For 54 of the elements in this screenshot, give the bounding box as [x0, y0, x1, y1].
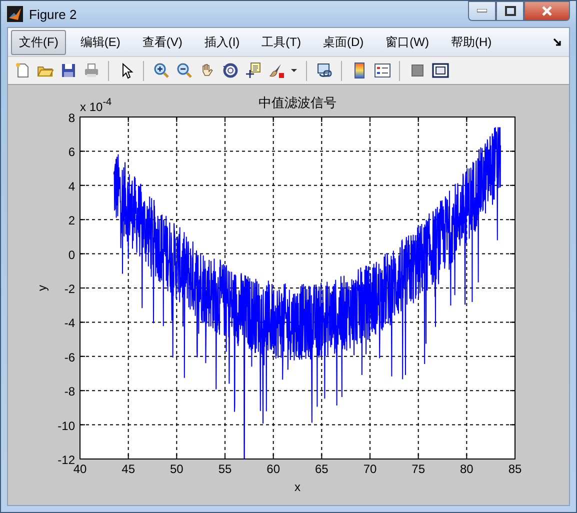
window-title: Figure 2 — [29, 6, 78, 22]
y-tick-label: -4 — [64, 316, 75, 330]
print-icon[interactable] — [82, 62, 100, 79]
menu-item[interactable]: 编辑(E) — [72, 30, 128, 54]
window-icon[interactable] — [432, 62, 448, 79]
x-axis-label: x — [294, 480, 300, 494]
y-tick-label: 4 — [68, 179, 75, 194]
x-tick-label: 75 — [412, 462, 426, 476]
y-tick-label: -12 — [58, 453, 75, 467]
x-tick-label: 85 — [508, 462, 522, 476]
y-tick-label: 0 — [68, 248, 75, 262]
minimize-icon — [477, 9, 487, 13]
menu-item[interactable]: 桌面(D) — [314, 30, 372, 54]
maximize-button[interactable] — [496, 1, 524, 21]
y-tick-label: -8 — [64, 384, 75, 399]
x-tick-label: 80 — [460, 462, 474, 476]
brush-icon[interactable] — [268, 62, 284, 79]
y-tick-label: 8 — [68, 111, 75, 125]
x-tick-label: 50 — [170, 462, 184, 476]
rotate-icon[interactable] — [222, 62, 238, 79]
y-tick-label: -10 — [58, 418, 75, 433]
axis-exponent: x 10$^{-4}$ — [80, 97, 112, 114]
square-icon[interactable] — [408, 62, 426, 79]
y-tick-label: 2 — [68, 214, 75, 228]
y-axis-label: y — [35, 285, 49, 291]
menu-item[interactable]: 查看(V) — [134, 30, 190, 54]
x-tick-label: 45 — [122, 462, 136, 476]
new-file-icon[interactable] — [14, 62, 30, 79]
data-cursor-icon[interactable] — [244, 62, 262, 79]
x-tick-label: 40 — [73, 462, 87, 476]
dock-arrow-icon[interactable] — [553, 38, 562, 46]
zoom-in-icon[interactable] — [152, 62, 170, 79]
close-icon — [541, 6, 553, 16]
menu-item[interactable]: 窗口(W) — [378, 30, 437, 54]
app-logo-icon — [7, 6, 23, 22]
menu-item[interactable]: 帮助(H) — [442, 30, 500, 54]
y-tick-label: -2 — [64, 282, 75, 296]
menu-item[interactable]: 工具(T) — [254, 30, 309, 54]
menu-item[interactable]: 插入(I) — [196, 30, 248, 54]
maximize-icon — [504, 6, 516, 16]
save-icon[interactable] — [60, 62, 76, 79]
minimize-button[interactable] — [468, 1, 496, 21]
menu-item[interactable]: 文件(F) — [11, 30, 66, 54]
x-tick-label: 55 — [218, 462, 232, 476]
close-button[interactable] — [524, 1, 570, 21]
zoom-out-icon[interactable] — [176, 62, 192, 79]
legend-icon[interactable] — [374, 62, 390, 79]
x-tick-label: 65 — [314, 462, 328, 476]
link-icon[interactable] — [316, 62, 332, 79]
plot-title: 中值滤波信号 — [258, 95, 336, 110]
x-tick-label: 60 — [266, 462, 280, 476]
y-tick-label: -6 — [64, 350, 75, 364]
x-tick-label: 70 — [363, 462, 377, 476]
y-tick-label: 6 — [68, 145, 75, 160]
